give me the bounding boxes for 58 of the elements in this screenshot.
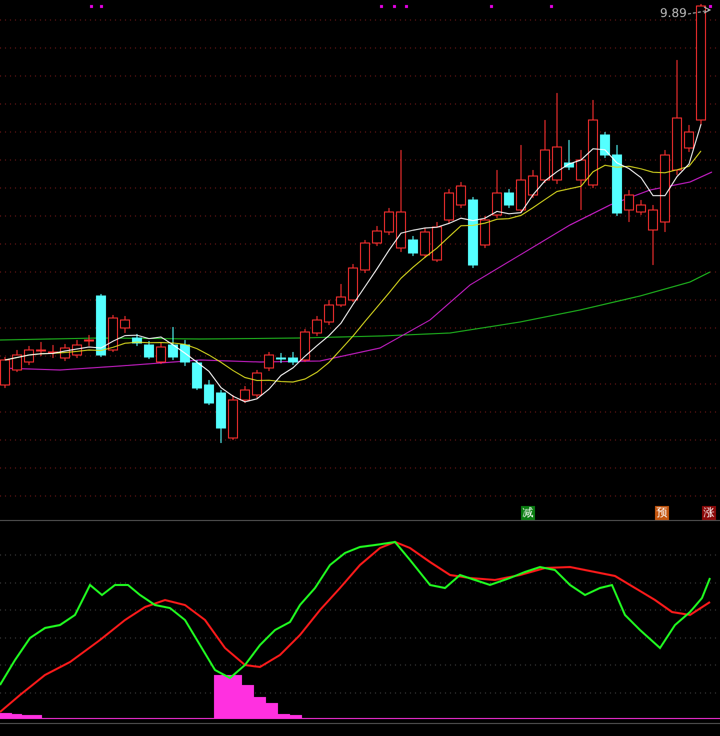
candlestick <box>144 340 154 360</box>
candlestick <box>120 316 130 334</box>
candlestick <box>156 342 166 364</box>
candlestick <box>300 328 310 362</box>
candlestick <box>36 342 46 356</box>
candlestick <box>252 370 262 398</box>
candlestick <box>528 170 538 198</box>
candlestick <box>504 188 514 208</box>
leader-line <box>688 6 712 14</box>
candlestick <box>72 340 82 358</box>
candlestick <box>468 196 478 268</box>
candlestick <box>540 120 550 184</box>
candlestick <box>240 386 250 404</box>
candlestick <box>168 326 178 360</box>
candlestick <box>684 124 694 152</box>
candlestick <box>360 240 370 274</box>
candlestick <box>12 350 22 372</box>
candlestick <box>60 344 70 362</box>
candlestick <box>48 344 58 358</box>
candlestick <box>420 228 430 258</box>
candlestick <box>216 390 226 444</box>
candlestick <box>324 300 334 326</box>
candlestick <box>516 144 526 214</box>
candlestick <box>84 334 94 346</box>
signal-badge: 预 <box>655 506 669 520</box>
candlestick <box>408 236 418 256</box>
candlestick <box>456 182 466 208</box>
candlestick <box>312 316 322 336</box>
candlestick <box>612 144 622 216</box>
candlestick <box>576 150 586 210</box>
histogram-bar <box>214 675 230 719</box>
candlestick <box>348 264 358 302</box>
candlestick <box>624 190 634 222</box>
candlestick <box>648 204 658 266</box>
candlestick <box>132 334 142 346</box>
candlestick <box>372 226 382 246</box>
candlestick <box>24 346 34 366</box>
candlestick <box>96 294 106 358</box>
candlestick <box>480 216 490 248</box>
candlestick <box>432 222 442 262</box>
candlestick <box>192 360 202 390</box>
candlestick <box>108 314 118 352</box>
candlestick <box>264 352 274 372</box>
candlestick <box>336 284 346 308</box>
candlestick <box>636 200 646 216</box>
candlestick <box>564 140 574 170</box>
candlestick <box>288 352 298 366</box>
candlestick <box>204 380 214 406</box>
candlestick <box>384 208 394 236</box>
candlestick <box>444 188 454 224</box>
price-label: 9.89 <box>660 6 687 20</box>
candlestick <box>276 352 286 364</box>
candlestick <box>600 132 610 158</box>
candlestick <box>492 170 502 218</box>
signal-badge: 减 <box>521 506 535 520</box>
signal-badge: 涨 <box>702 506 716 520</box>
candlestick <box>180 340 190 366</box>
candlestick <box>228 394 238 440</box>
